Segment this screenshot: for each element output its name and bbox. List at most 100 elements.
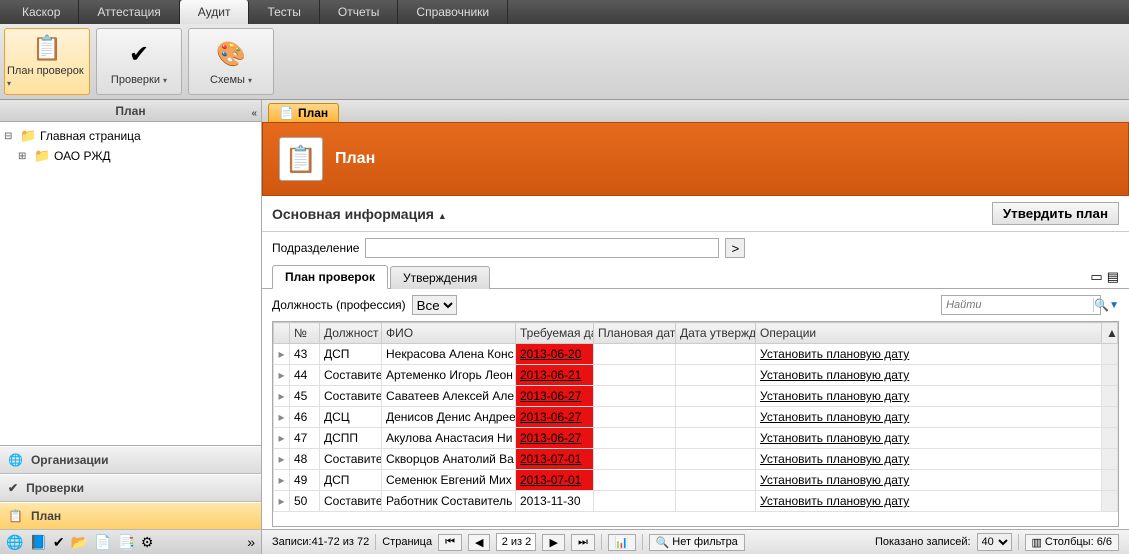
column-header[interactable]: ФИО (382, 323, 516, 344)
cell-req-date: 2013-07-01 (516, 449, 594, 470)
row-expand-icon[interactable]: ▸ (274, 428, 290, 449)
set-date-link[interactable]: Установить плановую дату (760, 389, 909, 403)
page-first-button[interactable]: ⏮ (438, 534, 462, 551)
minimize-icon[interactable]: ▭ (1090, 269, 1102, 285)
cell-operations: Установить плановую дату (756, 407, 1102, 428)
export-excel-button[interactable]: 📊 (608, 534, 636, 551)
position-select[interactable]: Все (412, 295, 457, 315)
sidebar-panel[interactable]: ✔Проверки (0, 474, 261, 502)
toolbar-icon[interactable]: 📑 (117, 534, 134, 551)
set-date-link[interactable]: Установить плановую дату (760, 347, 909, 361)
menu-item[interactable]: Аттестация (79, 0, 179, 24)
ribbon-button[interactable]: 📋 План проверок ▾ (4, 28, 90, 95)
filter-label: Подразделение (272, 241, 359, 255)
cell-plan-date (594, 428, 676, 449)
set-date-link[interactable]: Установить плановую дату (760, 473, 909, 487)
shown-label: Показано записей: (875, 536, 971, 548)
subdivision-go-button[interactable]: > (725, 238, 745, 258)
no-filter-button[interactable]: 🔍 Нет фильтра (649, 534, 745, 551)
set-date-link[interactable]: Установить плановую дату (760, 410, 909, 424)
menu-item[interactable]: Тесты (249, 0, 319, 24)
tree-expand-icon[interactable]: ⊞ (18, 151, 30, 162)
search-input[interactable] (942, 299, 1093, 311)
sidebar-panel[interactable]: 📋План (0, 502, 261, 530)
scrollbar-track[interactable] (1102, 449, 1118, 470)
column-header[interactable]: Требуемая да (516, 323, 594, 344)
subtab[interactable]: Утверждения (390, 266, 490, 289)
approve-plan-button[interactable]: Утвердить план (992, 202, 1119, 225)
cell-fio: Некрасова Алена Конс (382, 344, 516, 365)
scrollbar-track[interactable] (1102, 407, 1118, 428)
scrollbar-track[interactable] (1102, 386, 1118, 407)
scrollbar-track[interactable] (1102, 365, 1118, 386)
column-header[interactable]: Дата утвержд (676, 323, 756, 344)
row-expand-icon[interactable]: ▸ (274, 344, 290, 365)
row-expand-icon[interactable]: ▸ (274, 470, 290, 491)
menu-item[interactable]: Отчеты (320, 0, 398, 24)
cell-operations: Установить плановую дату (756, 449, 1102, 470)
row-expand-icon[interactable]: ▸ (274, 491, 290, 512)
ribbon-button[interactable]: ✔ Проверки ▾ (96, 28, 182, 95)
row-expand-icon[interactable]: ▸ (274, 449, 290, 470)
cell-position: Составите (320, 365, 382, 386)
cell-plan-date (594, 470, 676, 491)
cell-approve-date (676, 428, 756, 449)
tree-expand-icon[interactable]: ⊟ (4, 131, 16, 142)
toolbar-icon[interactable]: 📘 (29, 534, 46, 551)
sidebar-collapse-icon[interactable]: « (251, 103, 257, 125)
ribbon-button[interactable]: 🎨 Схемы ▾ (188, 28, 274, 95)
subtab[interactable]: План проверок (272, 265, 388, 289)
column-header[interactable]: Операции (756, 323, 1102, 344)
columns-button[interactable]: ▥ Столбцы: 6/6 (1025, 534, 1119, 551)
subdivision-input[interactable] (365, 238, 719, 258)
menu-item[interactable]: Каскор (4, 0, 79, 24)
filter-dropdown-icon[interactable]: ▼ (1109, 300, 1119, 311)
set-date-link[interactable]: Установить плановую дату (760, 494, 909, 508)
toolbar-icon[interactable]: 🌐 (6, 534, 23, 551)
scrollbar-track[interactable] (1102, 344, 1118, 365)
toolbar-icon[interactable]: ⚙ (141, 534, 154, 551)
column-header[interactable]: № (290, 323, 320, 344)
set-date-link[interactable]: Установить плановую дату (760, 452, 909, 466)
tabbar: 📄 План (262, 100, 1129, 122)
content-tab[interactable]: 📄 План (268, 103, 339, 122)
row-expand-icon[interactable]: ▸ (274, 386, 290, 407)
page-last-button[interactable]: ⏭ (571, 534, 595, 551)
table-row: ▸ 49 ДСП Семенюк Евгений Мих 2013-07-01 … (274, 470, 1118, 491)
panel-label: Проверки (26, 481, 84, 495)
page-next-button[interactable]: ▶ (542, 534, 564, 551)
tree-node[interactable]: ⊞ 📁 ОАО РЖД (4, 146, 257, 166)
page-size-select[interactable]: 40 (977, 533, 1012, 551)
scrollbar-track[interactable] (1102, 470, 1118, 491)
toolbar-icon[interactable]: 📄 (94, 534, 111, 551)
column-header[interactable]: Плановая дата (594, 323, 676, 344)
section-title[interactable]: Основная информация ▲ (272, 206, 447, 222)
toolbar-icon[interactable]: 📂 (71, 534, 88, 551)
menu-item[interactable]: Справочники (398, 0, 508, 24)
cell-num: 46 (290, 407, 320, 428)
overflow-icon[interactable]: » (247, 534, 255, 550)
tile-icon[interactable]: ▤ (1107, 269, 1119, 285)
scroll-up-icon[interactable]: ▲ (1102, 323, 1118, 344)
sidebar-panel[interactable]: 🌐Организации (0, 446, 261, 474)
column-header[interactable]: Должност (320, 323, 382, 344)
row-expand-icon[interactable]: ▸ (274, 407, 290, 428)
scrollbar-track[interactable] (1102, 491, 1118, 512)
menu-item[interactable]: Аудит (180, 0, 250, 24)
set-date-link[interactable]: Установить плановую дату (760, 368, 909, 382)
page-prev-button[interactable]: ◀ (468, 534, 490, 551)
panel-icon: 📋 (8, 509, 23, 523)
header-icon: 📋 (279, 137, 323, 181)
sidebar-toolbar: 🌐 📘 ✔ 📂 📄 📑 ⚙ » (0, 530, 261, 554)
content: 📄 План 📋 План Основная информация ▲ Утве… (262, 100, 1129, 554)
row-expand-icon[interactable]: ▸ (274, 365, 290, 386)
page-input[interactable] (496, 533, 536, 551)
tree-node[interactable]: ⊟ 📁 Главная страница (4, 126, 257, 146)
scrollbar-track[interactable] (1102, 428, 1118, 449)
section-bar: Основная информация ▲ Утвердить план (262, 196, 1129, 232)
top-menubar: КаскорАттестацияАудитТестыОтчетыСправочн… (0, 0, 1129, 24)
search-icon[interactable]: 🔍 (1093, 298, 1109, 312)
toolbar-icon[interactable]: ✔ (53, 534, 65, 551)
cell-approve-date (676, 386, 756, 407)
set-date-link[interactable]: Установить плановую дату (760, 431, 909, 445)
